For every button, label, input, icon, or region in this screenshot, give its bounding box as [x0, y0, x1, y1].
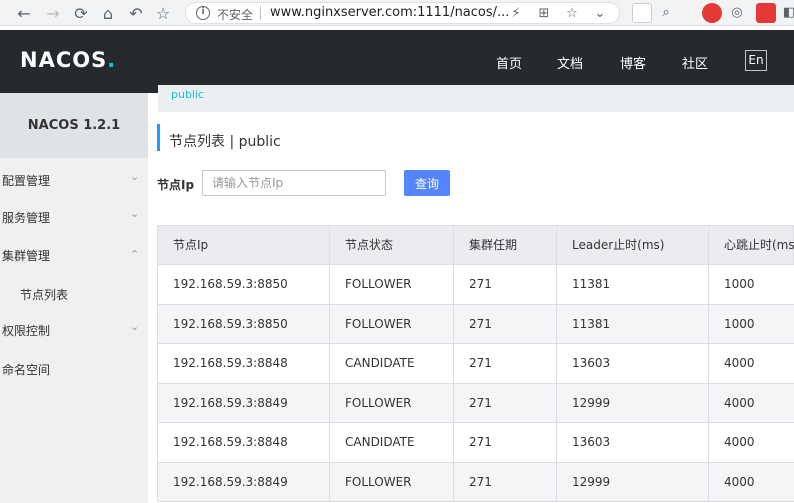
app-header: NACOS. 首页 文档 博客 社区 En [0, 30, 794, 93]
cell-heartbeat-due: 4000 [724, 356, 755, 370]
cell-node-ip: 192.168.59.3:8850 [158, 304, 330, 344]
nav-blog[interactable]: 博客 [620, 53, 646, 72]
cell-node-state: FOLLOWER [330, 304, 454, 344]
table-row: 192.168.59.3:8850 FOLLOWER 271 11381 1000 [157, 304, 794, 344]
cell-node-state: CANDIDATE [330, 423, 454, 462]
cell-leader-due: 13603 [557, 423, 709, 462]
nav-docs[interactable]: 文档 [557, 53, 583, 72]
info-icon[interactable]: i [196, 6, 210, 20]
cell-cluster-term: 271 [454, 462, 557, 502]
extension-red-icon[interactable] [702, 3, 722, 23]
cell-cluster-term: 271 [454, 265, 557, 304]
sidebar-item-label: 集群管理 [2, 249, 51, 263]
star-icon[interactable]: ☆ [563, 5, 581, 23]
cell-node-ip: 192.168.59.3:8848 [158, 344, 330, 383]
sidebar-item-label: 命名空间 [2, 363, 51, 377]
column-header-leader-due: Leader止时(ms) [557, 226, 709, 264]
language-toggle-button[interactable]: En [745, 50, 767, 71]
cell-heartbeat-due: 4000 [724, 474, 755, 489]
title-accent-bar [157, 124, 160, 151]
cell-cluster-term: 271 [454, 423, 557, 462]
table-row: 192.168.59.3:8849 FOLLOWER 271 12999 4000 [157, 462, 794, 502]
chevron-up-icon: ⌃ [130, 248, 140, 261]
table-row: 192.168.59.3:8849 FOLLOWER 271 12999 4000 [157, 383, 794, 423]
cell-node-state: FOLLOWER [330, 383, 454, 423]
cell-leader-due: 11381 [557, 304, 709, 344]
cell-node-state: FOLLOWER [330, 462, 454, 502]
omnibox-divider [260, 6, 261, 20]
circle-extension-icon[interactable]: ◎ [728, 4, 746, 22]
cell-node-ip: 192.168.59.3:8850 [158, 265, 330, 304]
cell-cluster-term: 271 [454, 383, 557, 423]
bookmark-star-icon[interactable]: ☆ [152, 2, 174, 24]
breadcrumb: public [158, 85, 794, 112]
sidebar-item-label: 服务管理 [2, 211, 51, 225]
table-body: 192.168.59.3:8850 FOLLOWER 271 11381 1000 192… [157, 265, 794, 502]
sidebar-item-services[interactable]: 服务管理 ⌄ [0, 198, 148, 235]
url-text[interactable]: www.nginxserver.com:1111/nacos/... [270, 5, 509, 20]
version-label: NACOS 1.2.1 [0, 93, 148, 158]
address-bar[interactable]: i 不安全 www.nginxserver.com:1111/nacos/...… [185, 2, 620, 24]
column-header-node-ip: 节点Ip [158, 226, 330, 264]
sidebar-item-cluster[interactable]: 集群管理 ⌃ [0, 236, 148, 273]
cell-leader-due: 12999 [557, 383, 709, 423]
cell-heartbeat-due: 4000 [724, 435, 755, 449]
cell-leader-due: 12999 [557, 462, 709, 502]
nacos-logo[interactable]: NACOS. [20, 48, 116, 72]
cell-leader-due: 13603 [557, 344, 709, 383]
undo-icon[interactable]: ↶ [125, 2, 147, 24]
search-label: 节点Ip [157, 178, 195, 192]
home-icon[interactable]: ⌂ [97, 2, 119, 24]
lightning-icon[interactable]: ⚡ [507, 5, 525, 23]
cell-heartbeat-due: 1000 [724, 277, 755, 291]
node-table: 节点Ip 节点状态 集群任期 Leader止时(ms) 心跳止时(ms) 192… [157, 225, 794, 502]
cell-node-ip: 192.168.59.3:8849 [158, 383, 330, 423]
nav-home[interactable]: 首页 [496, 53, 522, 72]
insecure-label: 不安全 [217, 8, 254, 22]
forward-icon[interactable]: → [42, 2, 64, 24]
cell-cluster-term: 271 [454, 344, 557, 383]
cell-leader-due: 11381 [557, 265, 709, 304]
cell-node-state: CANDIDATE [330, 344, 454, 383]
cell-heartbeat-due: 1000 [724, 316, 755, 331]
sidebar-item-config[interactable]: 配置管理 ⌄ [0, 161, 148, 198]
sidebar-item-label: 节点列表 [20, 288, 69, 302]
column-header-heartbeat-due: 心跳止时(ms) [724, 238, 794, 252]
sidebar-item-label: 权限控制 [2, 324, 51, 338]
search-button[interactable]: 查询 [404, 170, 450, 196]
breadcrumb-namespace[interactable]: public [171, 88, 204, 101]
browser-toolbar: ← → ⟳ ⌂ ↶ ☆ i 不安全 www.nginxserver.com:11… [0, 0, 794, 26]
page-title: 节点列表 | public [169, 134, 281, 150]
chevron-down-icon: ⌄ [130, 320, 140, 333]
reload-icon[interactable]: ⟳ [70, 2, 92, 24]
sidebar-item-permissions[interactable]: 权限控制 ⌄ [0, 311, 148, 348]
chevron-down-icon: ⌄ [130, 207, 140, 220]
column-header-cluster-term: 集群任期 [454, 226, 557, 264]
chevron-down-icon[interactable]: ⌄ [591, 5, 609, 23]
back-icon[interactable]: ← [13, 2, 35, 24]
cell-node-state: FOLLOWER [330, 265, 454, 304]
cell-heartbeat-due: 4000 [724, 395, 755, 410]
chevron-down-icon: ⌄ [130, 170, 140, 183]
sidebar: NACOS 1.2.1 配置管理 ⌄ 服务管理 ⌄ 集群管理 ⌃ 节点列表 权限… [0, 93, 148, 503]
paw-extension-icon[interactable] [632, 3, 652, 23]
table-header: 节点Ip 节点状态 集群任期 Leader止时(ms) 心跳止时(ms) [157, 225, 794, 265]
translate-icon[interactable]: ⊞ [535, 5, 553, 23]
extension-icon[interactable]: ◧ [780, 4, 794, 22]
sidebar-item-node-list[interactable]: 节点列表 [0, 275, 148, 312]
cell-node-ip: 192.168.59.3:8849 [158, 462, 330, 502]
cell-cluster-term: 271 [454, 304, 557, 344]
pdf-extension-icon[interactable] [756, 3, 776, 23]
cell-node-ip: 192.168.59.3:8848 [158, 423, 330, 462]
table-row: 192.168.59.3:8850 FOLLOWER 271 11381 1000 [157, 265, 794, 305]
table-row: 192.168.59.3:8848 CANDIDATE 271 13603 4000 [157, 344, 794, 384]
node-ip-search-input[interactable] [202, 170, 386, 196]
sidebar-item-namespace[interactable]: 命名空间 [0, 350, 148, 387]
table-row: 192.168.59.3:8848 CANDIDATE 271 13603 4000 [157, 423, 794, 463]
nav-community[interactable]: 社区 [682, 53, 708, 72]
search-icon[interactable]: ⌕ [657, 4, 675, 22]
column-header-node-state: 节点状态 [330, 226, 454, 264]
sidebar-item-label: 配置管理 [2, 174, 51, 188]
